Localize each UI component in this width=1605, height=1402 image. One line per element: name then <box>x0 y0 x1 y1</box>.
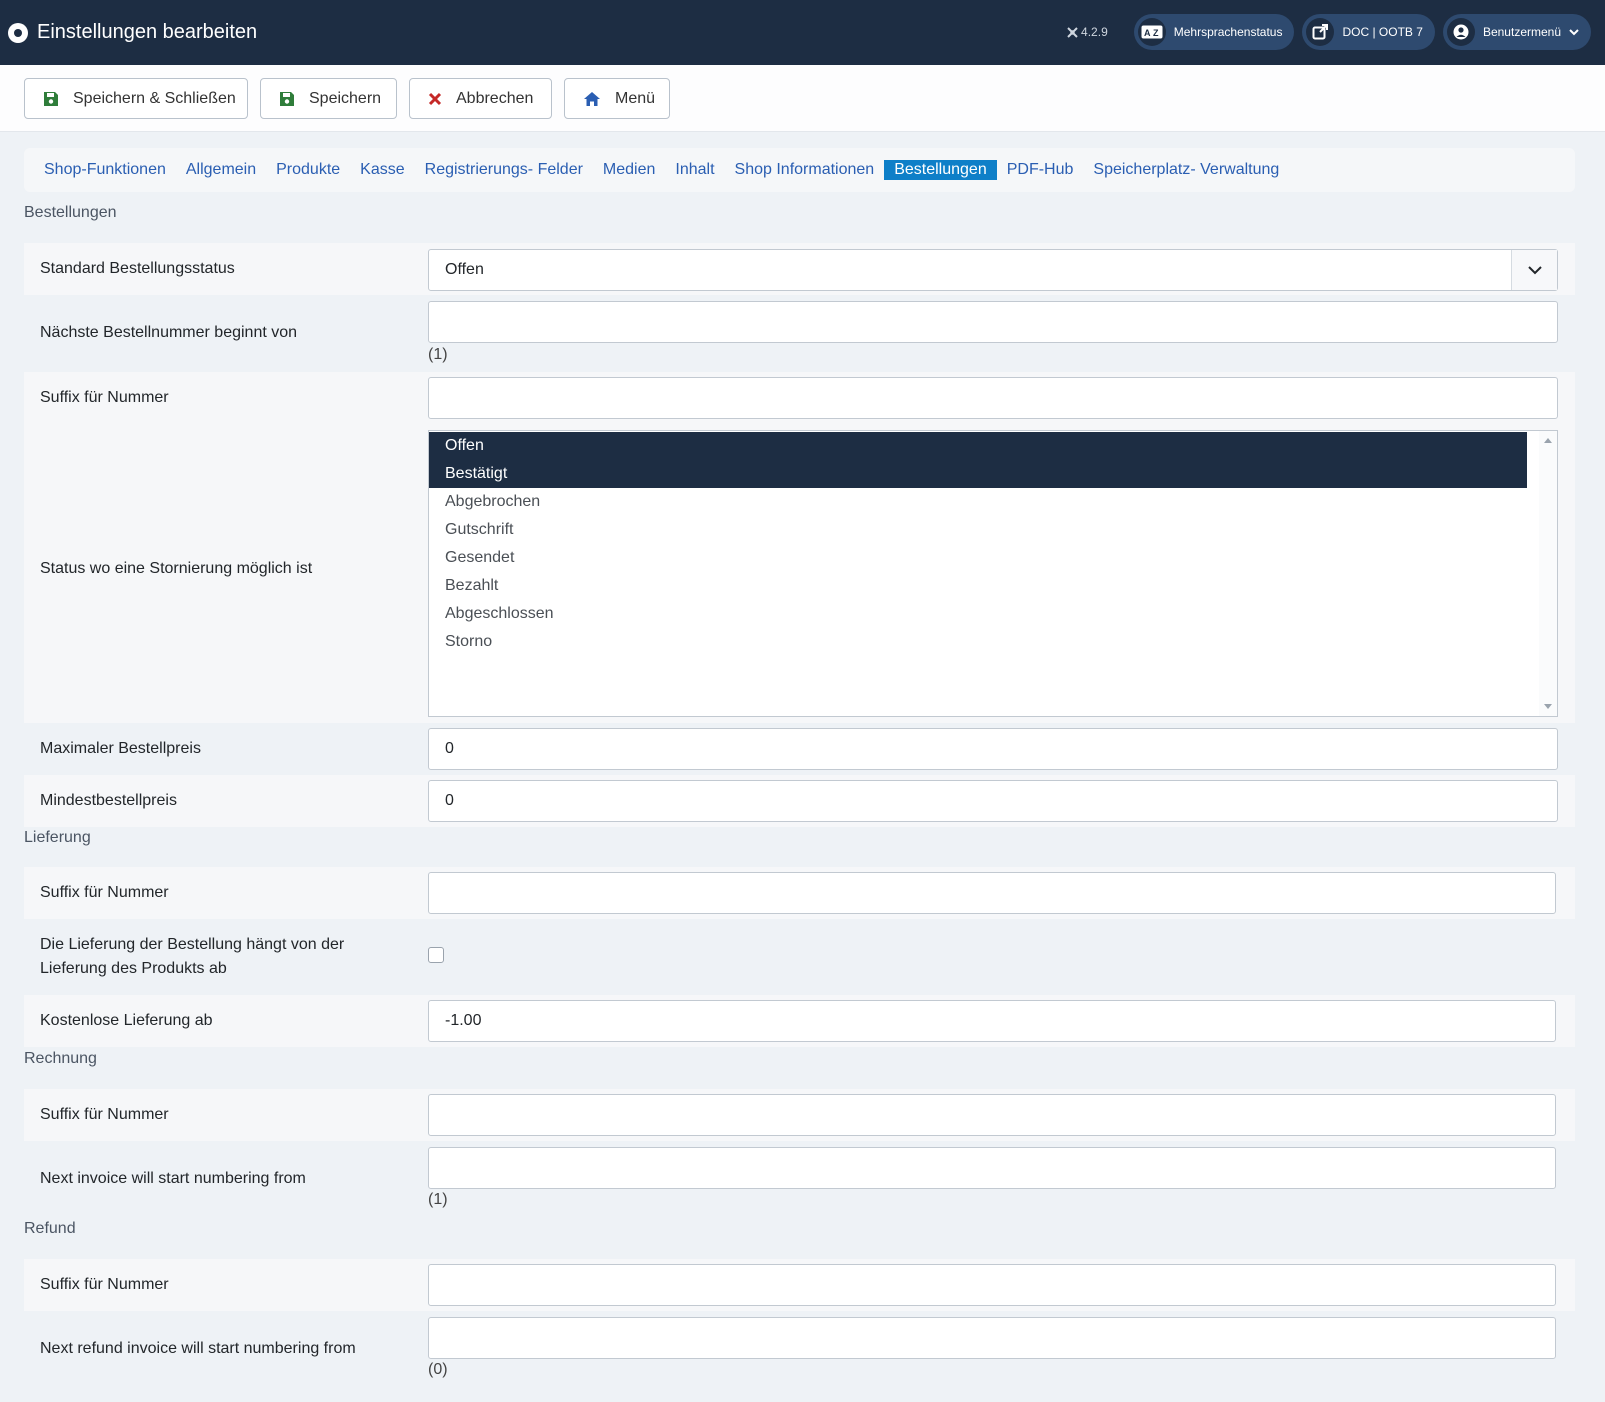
min-order-price-input[interactable]: 0 <box>428 780 1558 822</box>
row-max-order-price: Maximaler Bestellpreis 0 <box>24 723 1575 775</box>
x-icon <box>428 92 442 105</box>
section-title-delivery: Lieferung <box>24 829 91 846</box>
tab-inhalt[interactable]: Inhalt <box>665 160 724 180</box>
floppy-disk-icon <box>44 91 58 106</box>
free-delivery-input[interactable]: -1.00 <box>428 1000 1556 1042</box>
delivery-depends-checkbox[interactable] <box>428 947 444 963</box>
multilang-status-button[interactable]: AZ Mehrsprachenstatus <box>1133 14 1295 50</box>
version-label: 4.2.9 <box>1067 25 1108 39</box>
top-header: Einstellungen bearbeiten 4.2.9 AZ Mehrsp… <box>0 0 1605 65</box>
tab-kasse[interactable]: Kasse <box>350 160 414 180</box>
list-option[interactable]: Abgeschlossen <box>429 600 1527 628</box>
svg-text:A: A <box>1144 28 1151 38</box>
tab-medien[interactable]: Medien <box>593 160 665 180</box>
listbox-scrollbar[interactable] <box>1539 431 1557 716</box>
field-label: Lieferung des Produkts ab <box>40 960 227 977</box>
field-hint: (0) <box>428 1361 448 1378</box>
field-label: Suffix für Nummer <box>40 1276 169 1293</box>
toolbar: Speichern & Schließen Speichern Abbreche… <box>0 65 1605 132</box>
tab-allgemein[interactable]: Allgemein <box>176 160 266 180</box>
tab-registrierungs-felder[interactable]: Registrierungs- Felder <box>415 160 593 180</box>
row-next-order-number: Nächste Bestellnummer beginnt von (1) <box>24 295 1575 372</box>
cancel-button[interactable]: Abbrechen <box>409 78 552 119</box>
row-default-status: Standard Bestellungsstatus Offen <box>24 243 1575 295</box>
invoice-suffix-input[interactable] <box>428 1094 1556 1136</box>
field-label: Standard Bestellungsstatus <box>40 260 235 277</box>
floppy-disk-icon <box>280 91 294 106</box>
chevron-down-icon <box>1569 28 1579 35</box>
field-label: Next refund invoice will start numbering… <box>40 1340 356 1357</box>
joomla-logo-icon[interactable] <box>8 22 28 43</box>
tab-produkte[interactable]: Produkte <box>266 160 350 180</box>
field-label: Status wo eine Stornierung möglich ist <box>40 560 313 577</box>
field-label: Suffix für Nummer <box>40 884 169 901</box>
menu-button[interactable]: Menü <box>564 78 670 119</box>
field-hint: (1) <box>428 1191 448 1208</box>
section-title-orders: Bestellungen <box>24 204 117 221</box>
page-title: Einstellungen bearbeiten <box>37 21 258 43</box>
row-next-refund-number: Next refund invoice will start numbering… <box>24 1311 1575 1402</box>
tab-shop-funktionen[interactable]: Shop-Funktionen <box>34 160 176 180</box>
tab-shop-informationen[interactable]: Shop Informationen <box>725 160 885 180</box>
tab-bar: Shop-Funktionen Allgemein Produkte Kasse… <box>24 148 1575 192</box>
tab-pdf-hub[interactable]: PDF-Hub <box>997 160 1084 180</box>
list-option[interactable]: Bezahlt <box>429 572 1527 600</box>
list-option[interactable]: Offen <box>429 432 1527 460</box>
user-menu-button[interactable]: Benutzermenü <box>1442 14 1591 50</box>
field-label: Nächste Bestellnummer beginnt von <box>40 324 298 341</box>
row-free-delivery: Kostenlose Lieferung ab -1.00 <box>24 995 1575 1047</box>
list-option[interactable]: Bestätigt <box>429 460 1527 488</box>
next-invoice-number-input[interactable] <box>428 1147 1556 1189</box>
svg-text:Z: Z <box>1153 28 1159 38</box>
cms-icon <box>1067 26 1078 38</box>
max-order-price-input[interactable]: 0 <box>428 728 1558 770</box>
field-label: Kostenlose Lieferung ab <box>40 1012 213 1029</box>
scroll-up-arrow-icon[interactable] <box>1544 438 1552 443</box>
row-delivery-depends: Die Lieferung der Bestellung hängt von d… <box>24 919 1575 995</box>
next-refund-number-input[interactable] <box>428 1317 1556 1359</box>
row-delivery-suffix: Suffix für Nummer <box>24 867 1575 919</box>
section-title-refund: Refund <box>24 1220 76 1237</box>
tab-speicherplatz-verwaltung[interactable]: Speicherplatz- Verwaltung <box>1083 160 1289 180</box>
field-label: Suffix für Nummer <box>40 1106 169 1123</box>
refund-suffix-input[interactable] <box>428 1264 1556 1306</box>
row-min-order-price: Mindestbestellpreis 0 <box>24 775 1575 827</box>
list-option[interactable]: Storno <box>429 628 1527 656</box>
next-order-number-input[interactable] <box>428 301 1558 343</box>
save-close-button[interactable]: Speichern & Schließen <box>24 78 248 119</box>
save-button[interactable]: Speichern <box>260 78 397 119</box>
chevron-down-icon <box>1511 250 1557 290</box>
cancel-status-multiselect[interactable]: Offen Bestätigt Abgebrochen Gutschrift G… <box>428 430 1558 717</box>
row-next-invoice-number: Next invoice will start numbering from (… <box>24 1141 1575 1218</box>
row-invoice-suffix: Suffix für Nummer <box>24 1089 1575 1141</box>
field-label: Mindestbestellpreis <box>40 792 177 809</box>
tab-bestellungen[interactable]: Bestellungen <box>884 160 997 180</box>
doc-link-button[interactable]: DOC | OOTB 7 <box>1302 14 1435 50</box>
field-label: Next invoice will start numbering from <box>40 1170 306 1187</box>
language-icon: AZ <box>1137 18 1166 46</box>
row-refund-suffix: Suffix für Nummer <box>24 1259 1575 1311</box>
field-label: Die Lieferung der Bestellung hängt von d… <box>40 936 345 953</box>
field-hint: (1) <box>428 346 448 363</box>
external-link-icon <box>1306 18 1335 46</box>
home-icon <box>584 91 600 106</box>
list-option[interactable]: Gesendet <box>429 544 1527 572</box>
default-status-select[interactable]: Offen <box>428 249 1558 291</box>
order-suffix-input[interactable] <box>428 377 1558 419</box>
row-order-suffix-and-cancel-status: Suffix für Nummer Status wo eine Stornie… <box>24 372 1575 723</box>
user-circle-icon <box>1446 18 1475 46</box>
section-title-invoice: Rechnung <box>24 1050 97 1067</box>
list-option[interactable]: Abgebrochen <box>429 488 1527 516</box>
delivery-suffix-input[interactable] <box>428 872 1556 914</box>
field-label: Maximaler Bestellpreis <box>40 740 201 757</box>
scroll-down-arrow-icon[interactable] <box>1544 704 1552 709</box>
list-option[interactable]: Gutschrift <box>429 516 1527 544</box>
field-label: Suffix für Nummer <box>40 389 169 406</box>
